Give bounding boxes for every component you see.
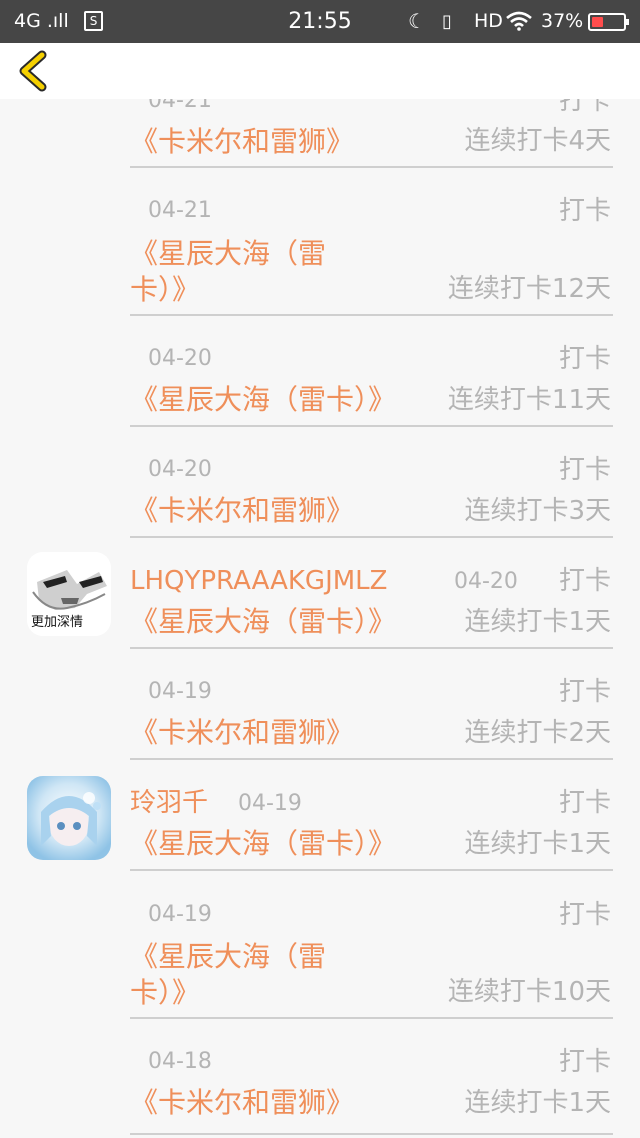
list-item[interactable]: 04-20 打卡 《星辰大海（雷卡）》 连续打卡11天	[0, 316, 640, 427]
record-action: 打卡	[558, 1047, 611, 1077]
record-streak: 连续打卡10天	[447, 977, 611, 1007]
record-date: 04-19	[238, 791, 302, 816]
vibrate-icon: ▯	[442, 11, 452, 32]
divider	[130, 1133, 613, 1135]
record-streak: 连续打卡4天	[464, 126, 611, 156]
record-streak: 连续打卡1天	[464, 607, 611, 637]
record-title[interactable]: 《星辰大海（雷	[130, 939, 326, 975]
record-streak: 连续打卡1天	[464, 829, 611, 859]
battery-level	[592, 17, 604, 27]
record-action: 打卡	[558, 788, 611, 818]
record-action: 打卡	[558, 455, 611, 485]
user-avatar[interactable]	[27, 776, 111, 860]
record-title[interactable]: 《星辰大海（雷	[130, 236, 326, 272]
record-title[interactable]: 《卡米尔和雷狮》	[130, 124, 354, 160]
username[interactable]: LHQYPRAAAKGJMLZ	[130, 566, 387, 596]
record-title[interactable]: 《卡米尔和雷狮》	[130, 715, 354, 751]
record-title[interactable]: 《卡米尔和雷狮》	[130, 493, 354, 529]
record-action: 打卡	[558, 900, 611, 930]
record-date: 04-20	[148, 457, 212, 482]
record-action: 打卡	[558, 344, 611, 374]
record-date: 04-19	[148, 902, 212, 927]
status-bar: 4G .ıll S 21:55 ☾ ▯ HD 37%	[0, 0, 640, 43]
record-action: 打卡	[558, 196, 611, 226]
record-date: 04-20	[454, 569, 518, 594]
record-streak: 连续打卡1天	[464, 1088, 611, 1118]
record-title[interactable]: 《卡米尔和雷狮》	[130, 1085, 354, 1121]
moon-icon: ☾	[408, 9, 426, 33]
record-title[interactable]: 《星辰大海（雷卡）》	[130, 382, 396, 418]
record-action: 打卡	[558, 566, 611, 596]
hd-label: HD	[474, 10, 503, 32]
record-action: 打卡	[558, 677, 611, 707]
checkin-record-list[interactable]: 04-21 打卡 《卡米尔和雷狮》 连续打卡4天 04-21 打卡 《星辰大海（…	[0, 0, 640, 1138]
battery-percent: 37%	[541, 10, 584, 32]
list-item[interactable]: 04-18 打卡 《卡米尔和雷狮》 连续打卡1天	[0, 1019, 640, 1138]
list-item[interactable]: 04-20 打卡 《卡米尔和雷狮》 连续打卡3天	[0, 427, 640, 538]
record-streak: 连续打卡11天	[447, 385, 611, 415]
list-item[interactable]: 玲羽千 04-19 打卡 《星辰大海（雷卡）》 连续打卡1天	[0, 760, 640, 871]
nav-bar	[0, 43, 640, 99]
battery-icon	[588, 13, 629, 31]
username[interactable]: 玲羽千	[130, 788, 208, 818]
wifi-icon	[506, 0, 534, 43]
list-item[interactable]: 更加深情 LHQYPRAAAKGJMLZ 04-20 打卡 《星辰大海（雷卡）》…	[0, 538, 640, 649]
record-streak: 连续打卡2天	[464, 718, 611, 748]
user-avatar[interactable]: 更加深情	[27, 552, 111, 636]
anime-girl-icon	[27, 776, 111, 860]
record-date: 04-20	[148, 346, 212, 371]
record-date: 04-21	[148, 198, 212, 223]
chevron-left-icon	[19, 50, 47, 92]
record-streak: 连续打卡3天	[464, 496, 611, 526]
list-item[interactable]: 04-19 打卡 《卡米尔和雷狮》 连续打卡2天	[0, 649, 640, 760]
list-item[interactable]: 04-19 打卡 《星辰大海（雷 卡）》 连续打卡10天	[0, 871, 640, 1019]
record-streak: 连续打卡12天	[447, 274, 611, 304]
back-button[interactable]	[12, 49, 56, 93]
list-item[interactable]: 04-21 打卡 《星辰大海（雷 卡）》 连续打卡12天	[0, 168, 640, 316]
avatar-caption: 更加深情	[31, 615, 84, 630]
record-title-continued[interactable]: 卡）》	[130, 975, 200, 1011]
record-date: 04-19	[148, 679, 212, 704]
record-title[interactable]: 《星辰大海（雷卡）》	[130, 826, 396, 862]
record-title-continued[interactable]: 卡）》	[130, 272, 200, 308]
record-date: 04-18	[148, 1049, 212, 1074]
record-title[interactable]: 《星辰大海（雷卡）》	[130, 604, 396, 640]
